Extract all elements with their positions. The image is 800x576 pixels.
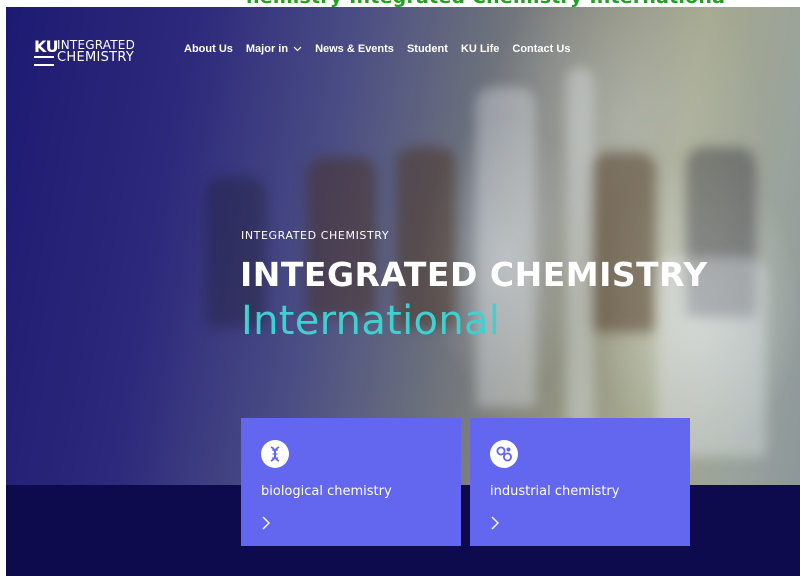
- card-industrial-chemistry[interactable]: industrial chemistry: [470, 418, 690, 546]
- glass-rod-shape: [476, 87, 536, 407]
- chevron-down-icon: [293, 46, 302, 52]
- card-label: industrial chemistry: [490, 484, 620, 499]
- nav-item-label: Major in: [245, 43, 289, 55]
- chevron-right-icon[interactable]: [490, 515, 500, 534]
- nav-item-student[interactable]: Student: [407, 43, 448, 55]
- nav-item-contact-us[interactable]: Contact Us: [512, 43, 570, 55]
- nav-item-major-in[interactable]: Major in: [246, 43, 302, 55]
- bottle-shape: [591, 152, 656, 332]
- main-nav: About Us Major in News & Events Student …: [184, 43, 570, 55]
- card-biological-chemistry[interactable]: biological chemistry: [241, 418, 461, 546]
- nav-item-label: News & Events: [315, 43, 394, 55]
- dna-icon: [261, 440, 289, 468]
- browser-viewport: KU INTEGRATED CHEMISTRY About Us Major i…: [6, 7, 800, 576]
- nav-item-ku-life[interactable]: KU Life: [461, 43, 500, 55]
- glass-rod-shape: [566, 67, 594, 427]
- hero-eyebrow: INTEGRATED CHEMISTRY: [241, 229, 390, 242]
- logo-ku-mark: KU: [34, 37, 59, 56]
- nav-item-label: Contact Us: [512, 43, 571, 55]
- hero-background: [6, 7, 800, 485]
- nav-item-about-us[interactable]: About Us: [184, 43, 233, 55]
- molecule-icon: [490, 440, 518, 468]
- overlay-caption-text: hemistry Integrated Chemistry Internatio…: [246, 0, 725, 8]
- hero-title: INTEGRATED CHEMISTRY: [240, 255, 708, 294]
- nav-item-label: About Us: [184, 43, 233, 55]
- nav-item-label: KU Life: [460, 43, 500, 55]
- card-label: biological chemistry: [261, 484, 392, 499]
- chevron-right-icon[interactable]: [261, 515, 271, 534]
- hero-subtitle: International: [241, 298, 501, 344]
- nav-item-news-events[interactable]: News & Events: [315, 43, 394, 55]
- logo-bar-icon: [34, 56, 54, 66]
- logo-line-2: CHEMISTRY: [57, 50, 135, 65]
- nav-item-label: Student: [406, 43, 448, 55]
